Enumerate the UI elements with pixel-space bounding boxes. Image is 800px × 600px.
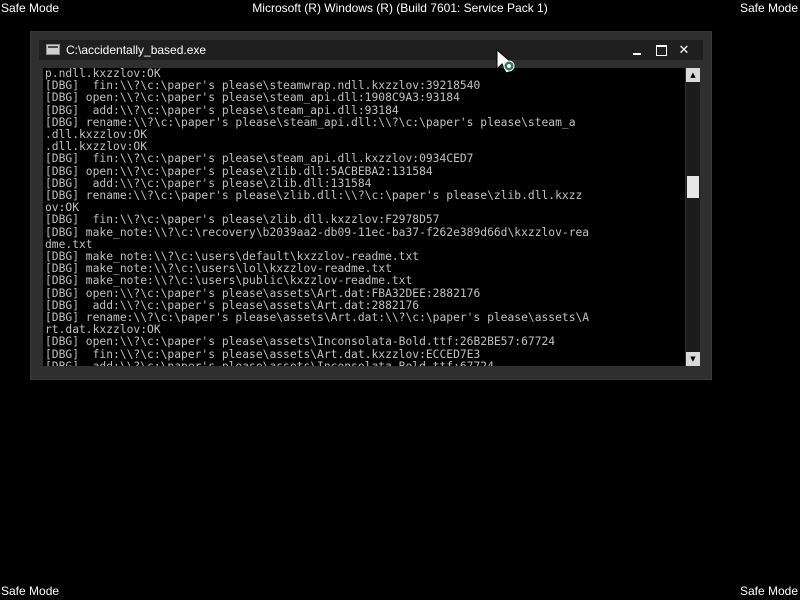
- console-line: [DBG] make_note:\\?\c:\users\default\kxz…: [45, 250, 420, 264]
- console-line: .dll.kxzzlov:OK: [45, 128, 148, 142]
- console-text: p.ndll.kxzzlov:OK [DBG] fin:\\?\c:\paper…: [43, 68, 685, 366]
- console-line: [DBG] add:\\?\c:\paper's please\steam_ap…: [45, 103, 399, 117]
- minimize-icon: [633, 52, 641, 55]
- close-button[interactable]: ✕: [674, 41, 694, 59]
- console-app-icon[interactable]: [46, 44, 60, 55]
- console-line: ov:OK: [45, 201, 80, 215]
- console-line: [DBG] add:\\?\c:\paper's please\assets\A…: [45, 298, 420, 312]
- maximize-button[interactable]: [651, 41, 671, 59]
- console-line: .dll.kxzzlov:OK: [45, 140, 148, 154]
- console-line: [DBG] rename:\\?\c:\paper's please\asset…: [45, 311, 590, 325]
- safe-mode-label-bottom-right: Safe Mode: [739, 584, 798, 598]
- console-line: [DBG] fin:\\?\c:\paper's please\steamwra…: [45, 79, 481, 93]
- console-line: [DBG] open:\\?\c:\paper's please\assets\…: [45, 286, 481, 300]
- safe-mode-label-top-right: Safe Mode: [739, 1, 798, 15]
- scroll-down-arrow-icon[interactable]: ▼: [686, 352, 700, 366]
- console-line: [DBG] fin:\\?\c:\paper's please\zlib.dll…: [45, 213, 440, 227]
- window-titlebar[interactable]: C:\accidentally_based.exe ✕: [39, 40, 703, 60]
- scroll-up-arrow-icon[interactable]: ▲: [686, 68, 700, 82]
- window-title: C:\accidentally_based.exe: [66, 43, 207, 57]
- safe-mode-label-bottom-left: Safe Mode: [1, 584, 60, 598]
- console-line: [DBG] make_note:\\?\c:\users\public\kxzz…: [45, 274, 413, 288]
- console-line: p.ndll.kxzzlov:OK: [45, 68, 161, 80]
- console-line: [DBG] make_note:\\?\c:\recovery\b2039aa2…: [45, 225, 590, 239]
- console-line: [DBG] make_note:\\?\c:\users\lol\kxzzlov…: [45, 262, 392, 276]
- console-line: [DBG] rename:\\?\c:\paper's please\steam…: [45, 115, 576, 129]
- busy-cursor-icon: [496, 49, 515, 74]
- vertical-scrollbar[interactable]: ▲ ▼: [686, 68, 700, 366]
- console-line: [DBG] fin:\\?\c:\paper's please\steam_ap…: [45, 152, 474, 166]
- console-line: [DBG] add:\\?\c:\paper's please\zlib.dll…: [45, 176, 372, 190]
- maximize-icon: [655, 44, 667, 56]
- minimize-button[interactable]: [627, 41, 647, 59]
- console-window[interactable]: C:\accidentally_based.exe ✕ p.ndll.kxzzl…: [30, 31, 712, 380]
- close-icon: ✕: [678, 42, 690, 58]
- console-line: [DBG] open:\\?\c:\paper's please\steam_a…: [45, 91, 460, 105]
- console-line: [DBG] fin:\\?\c:\paper's please\assets\A…: [45, 347, 481, 361]
- console-line: [DBG] open:\\?\c:\paper's please\assets\…: [45, 335, 556, 349]
- console-line: dme.txt: [45, 237, 93, 251]
- console-line: rt.dat.kxzzlov:OK: [45, 323, 161, 337]
- scrollbar-thumb[interactable]: [687, 176, 699, 198]
- os-build-banner: Microsoft (R) Windows (R) (Build 7601: S…: [252, 1, 548, 15]
- console-line: [DBG] add:\\?\c:\paper's please\assets\I…: [45, 360, 494, 366]
- console-line: [DBG] rename:\\?\c:\paper's please\zlib.…: [45, 189, 583, 203]
- console-output[interactable]: p.ndll.kxzzlov:OK [DBG] fin:\\?\c:\paper…: [43, 68, 685, 366]
- console-line: [DBG] open:\\?\c:\paper's please\zlib.dl…: [45, 164, 433, 178]
